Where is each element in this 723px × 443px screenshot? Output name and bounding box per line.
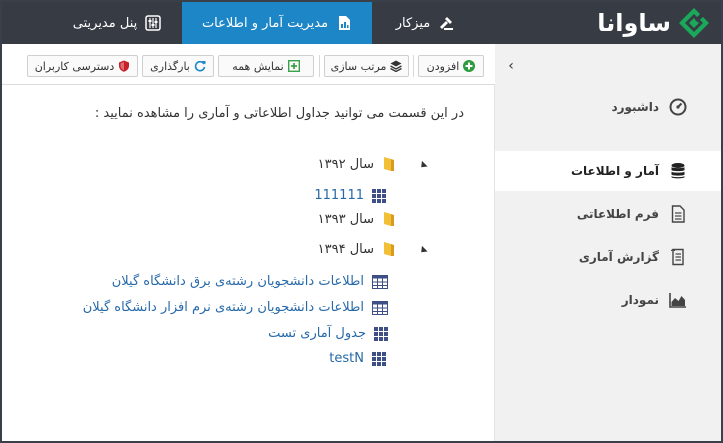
tree-folder-1393[interactable]: سال ۱۳۹۳	[318, 211, 396, 227]
tree-table-elec[interactable]: اطلاعات دانشجویان رشته‌ی برق دانشگاه گیل…	[112, 274, 388, 289]
brand-name: ساوانا	[597, 9, 671, 37]
gavel-icon	[440, 17, 454, 30]
brand-logo[interactable]: ساوانا	[571, 6, 711, 40]
refresh-icon	[194, 60, 206, 72]
nav-tab-desk[interactable]: میزکار	[372, 2, 478, 44]
sidebar-item-chart[interactable]: نمودار	[495, 280, 721, 320]
sidebar-item-label: نمودار	[621, 293, 659, 307]
brand-logo-icon	[679, 8, 709, 38]
tree-table-label: اطلاعات دانشجویان رشته‌ی نرم افزار دانشگ…	[82, 300, 364, 315]
grid-icon	[374, 326, 388, 341]
sidebar-item-dashboard[interactable]: داشبورد	[495, 87, 721, 127]
intro-text: در این قسمت می توانید جداول اطلاعاتی و آ…	[94, 106, 464, 121]
database-icon	[671, 163, 685, 179]
shield-icon	[119, 60, 130, 72]
sidebar-item-stats[interactable]: آمار و اطلاعات	[495, 151, 721, 191]
tree-table-label: testN	[329, 351, 364, 366]
bar-chart-file-icon	[339, 16, 351, 30]
show-all-button-label: نمایش همه	[232, 59, 284, 73]
tree-folder-1394[interactable]: سال ۱۳۹۴	[318, 241, 396, 257]
grid-icon	[372, 188, 386, 203]
nav-tab-admin-label: پنل مدیریتی	[72, 15, 138, 31]
folder-icon	[384, 212, 394, 226]
toolbar-divider	[413, 55, 414, 77]
nav-tab-stats-label: مدیریت آمار و اطلاعات	[201, 15, 329, 31]
tree-table-label: 111111	[314, 188, 364, 203]
add-button[interactable]: افزودن	[418, 55, 484, 77]
area-chart-icon	[669, 293, 686, 308]
sidebar-item-label: داشبورد	[611, 100, 659, 114]
tree-table-label: اطلاعات دانشجویان رشته‌ی برق دانشگاه گیل…	[111, 274, 364, 289]
tree-folder-label: سال ۱۳۹۳	[317, 211, 374, 227]
expand-icon	[287, 60, 300, 72]
sidebar-item-label: آمار و اطلاعات	[570, 164, 659, 178]
nav-tab-stats[interactable]: مدیریت آمار و اطلاعات	[182, 2, 372, 44]
folder-icon	[384, 242, 394, 256]
sliders-icon	[145, 15, 161, 31]
tree-table-test[interactable]: جدول آماری تست	[268, 326, 388, 341]
main-content: افزودن مرتب سازی نمایش همه بارگذاری دستر…	[2, 44, 495, 441]
show-all-button[interactable]: نمایش همه	[218, 55, 314, 77]
tree-table-soft[interactable]: اطلاعات دانشجویان رشته‌ی نرم افزار دانشگ…	[83, 300, 388, 315]
table-icon	[372, 274, 388, 289]
sidebar-item-label: گزارش آماری	[578, 250, 659, 264]
plus-circle-icon	[463, 60, 476, 72]
top-navbar: ساوانا میزکار مدیریت آمار و اطلاعات پنل …	[2, 2, 721, 44]
layers-icon	[390, 60, 403, 72]
sidebar-item-label: فرم اطلاعاتی	[576, 207, 659, 221]
folder-icon	[384, 157, 394, 171]
sort-button[interactable]: مرتب سازی	[324, 55, 409, 77]
sidebar-item-report[interactable]: گزارش آماری	[495, 237, 721, 277]
nav-tab-admin[interactable]: پنل مدیریتی	[52, 2, 182, 44]
table-icon	[372, 300, 388, 315]
tree-table-testN[interactable]: testN	[329, 351, 386, 366]
sidebar: ‹ داشبورد آمار و اطلاعات فرم اطلاعاتی گز…	[495, 44, 721, 441]
add-button-label: افزودن	[426, 59, 460, 73]
gauge-icon	[669, 98, 687, 116]
document-icon	[671, 205, 685, 223]
tree-folder-label: سال ۱۳۹۴	[317, 241, 374, 257]
tree-table-111111[interactable]: 111111	[314, 188, 386, 203]
reload-button[interactable]: بارگذاری	[142, 55, 214, 77]
toolbar-divider	[319, 55, 320, 77]
tree-table-label: جدول آماری تست	[268, 326, 366, 341]
toolbar: افزودن مرتب سازی نمایش همه بارگذاری دستر…	[2, 44, 495, 85]
tree-folder-1392[interactable]: سال ۱۳۹۲	[318, 156, 396, 172]
expand-caret-icon[interactable]	[418, 160, 428, 171]
sidebar-item-form[interactable]: فرم اطلاعاتی	[495, 194, 721, 234]
report-icon	[670, 248, 684, 266]
expand-caret-icon[interactable]	[418, 245, 428, 256]
grid-icon	[372, 351, 386, 366]
user-access-button[interactable]: دسترسی کاربران	[27, 55, 138, 77]
tree-folder-label: سال ۱۳۹۲	[317, 156, 374, 172]
collapse-chevron-icon[interactable]: ‹	[503, 58, 519, 74]
nav-tab-desk-label: میزکار	[395, 15, 431, 31]
sort-button-label: مرتب سازی	[330, 59, 387, 73]
reload-button-label: بارگذاری	[150, 59, 190, 73]
user-access-button-label: دسترسی کاربران	[34, 59, 115, 73]
